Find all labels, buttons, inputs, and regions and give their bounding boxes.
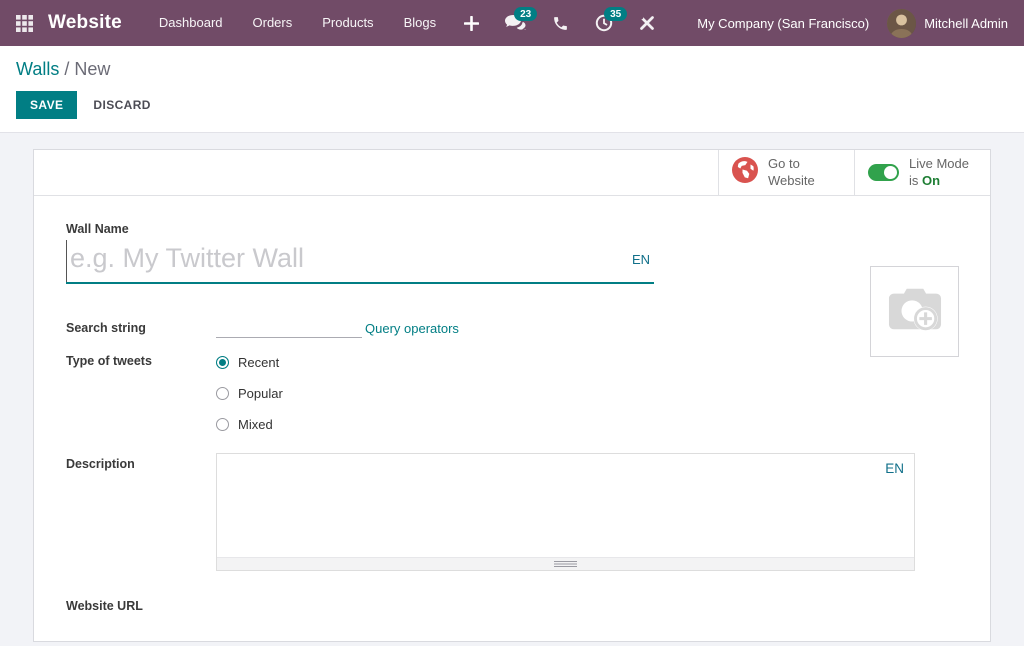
plus-icon[interactable] xyxy=(451,0,492,46)
type-of-tweets-label: Type of tweets xyxy=(66,354,216,368)
radio-mixed-circle[interactable] xyxy=(216,418,229,431)
activities-clock-icon[interactable]: 35 xyxy=(582,0,626,46)
website-url-label: Website URL xyxy=(66,599,216,613)
phone-icon[interactable] xyxy=(539,0,582,46)
user-name: Mitchell Admin xyxy=(924,16,1008,31)
wall-name-label: Wall Name xyxy=(66,222,958,236)
company-switcher[interactable]: My Company (San Francisco) xyxy=(679,16,887,31)
apps-grid-icon[interactable] xyxy=(0,0,48,46)
go-to-website-label: Go to Website xyxy=(768,156,815,190)
tools-wrench-icon[interactable] xyxy=(626,0,668,46)
live-mode-toggle[interactable]: Live Mode is On xyxy=(854,150,990,195)
breadcrumb: Walls / New xyxy=(0,46,1024,82)
live-mode-label: Live Mode is On xyxy=(909,156,969,190)
description-label: Description xyxy=(66,453,216,471)
live-mode-state: On xyxy=(922,173,940,188)
messages-icon[interactable]: 23 xyxy=(492,0,539,46)
form-sheet: Go to Website Live Mode is On Wall Name … xyxy=(33,149,991,642)
type-of-tweets-options: Recent Popular Mixed xyxy=(216,354,283,432)
search-string-row: Search string Query operators xyxy=(66,318,958,338)
user-avatar xyxy=(887,9,916,38)
image-upload-box[interactable] xyxy=(870,266,959,357)
content-area: Go to Website Live Mode is On Wall Name … xyxy=(0,133,1024,646)
toggle-on-icon[interactable] xyxy=(868,164,899,181)
messages-count-badge: 23 xyxy=(514,7,537,21)
globe-icon xyxy=(732,157,758,188)
radio-recent[interactable]: Recent xyxy=(216,355,283,370)
app-brand[interactable]: Website xyxy=(48,12,122,34)
breadcrumb-current: New xyxy=(74,59,110,79)
nav-item-dashboard[interactable]: Dashboard xyxy=(144,0,238,46)
activities-count-badge: 35 xyxy=(604,7,627,21)
type-of-tweets-row: Type of tweets Recent Popular Mixed xyxy=(66,354,958,432)
form-statusbar: Go to Website Live Mode is On xyxy=(34,150,990,196)
user-menu[interactable]: Mitchell Admin xyxy=(887,9,1010,38)
wall-name-input[interactable] xyxy=(66,240,621,282)
search-string-input[interactable] xyxy=(216,318,362,338)
breadcrumb-walls-link[interactable]: Walls xyxy=(16,59,59,79)
search-string-label: Search string xyxy=(66,321,216,335)
query-operators-link[interactable]: Query operators xyxy=(365,321,459,336)
description-lang-badge[interactable]: EN xyxy=(885,461,904,476)
radio-popular-circle[interactable] xyxy=(216,387,229,400)
resize-grip-icon xyxy=(554,561,577,567)
nav-item-products[interactable]: Products xyxy=(307,0,388,46)
go-to-website-button[interactable]: Go to Website xyxy=(718,150,854,195)
camera-plus-icon xyxy=(884,282,946,341)
website-url-row: Website URL xyxy=(66,599,958,613)
top-navbar: Website Dashboard Orders Products Blogs … xyxy=(0,0,1024,46)
textarea-resize-handle[interactable] xyxy=(217,557,914,570)
description-field: EN xyxy=(216,453,915,571)
control-panel: Walls / New SAVE DISCARD xyxy=(0,46,1024,133)
discard-button[interactable]: DISCARD xyxy=(81,91,162,119)
nav-item-orders[interactable]: Orders xyxy=(238,0,308,46)
nav-item-blogs[interactable]: Blogs xyxy=(389,0,452,46)
description-row: Description EN xyxy=(66,453,958,571)
radio-mixed[interactable]: Mixed xyxy=(216,417,283,432)
radio-popular[interactable]: Popular xyxy=(216,386,283,401)
form-body: Wall Name EN Search xyxy=(34,196,990,613)
wall-name-field-wrap: EN xyxy=(66,240,654,284)
radio-recent-circle[interactable] xyxy=(216,356,229,369)
description-textarea[interactable] xyxy=(217,454,914,557)
save-button[interactable]: SAVE xyxy=(16,91,77,119)
wall-name-lang-badge[interactable]: EN xyxy=(632,252,650,267)
breadcrumb-separator: / xyxy=(59,59,74,79)
